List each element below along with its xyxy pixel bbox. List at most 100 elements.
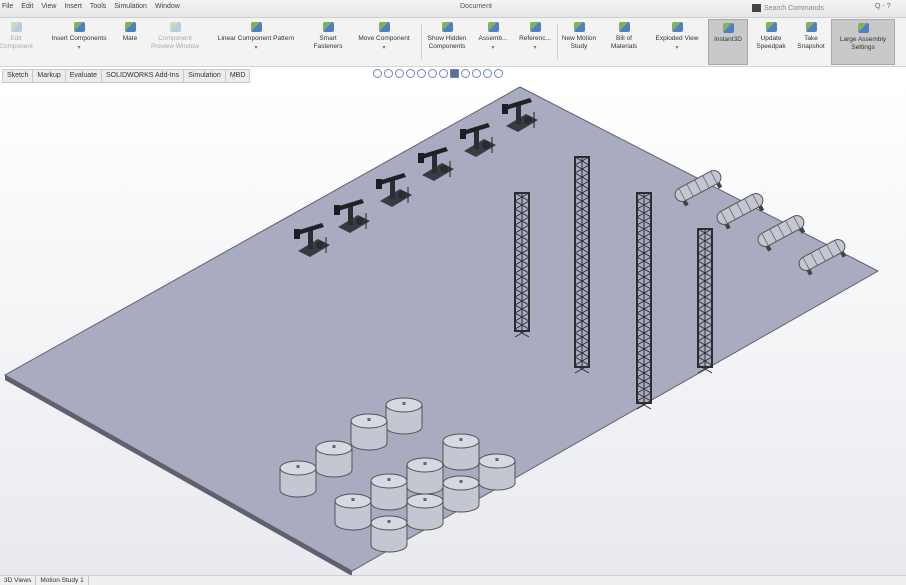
take-snapshot-label: Take Snapshot (797, 35, 825, 50)
instant3d-label: Instant3D (714, 36, 742, 43)
menu-tools[interactable]: Tools (90, 3, 106, 10)
pump-jack-samson-post (348, 205, 353, 225)
instant3d-button[interactable]: Instant3D (708, 19, 748, 65)
search-commands[interactable]: Search Commands (752, 2, 872, 14)
storage-tank[interactable] (442, 433, 480, 471)
snapshot-icon (805, 22, 817, 32)
menu-simulation[interactable]: Simulation (114, 3, 147, 10)
storage-tank[interactable] (478, 453, 516, 491)
tab-sketch[interactable]: Sketch (2, 69, 34, 83)
tab-markup[interactable]: Markup (32, 69, 66, 83)
pump-jack-crank (482, 141, 490, 149)
apply-scene-icon[interactable] (472, 69, 481, 78)
large-assembly-icon (857, 23, 869, 33)
chevron-down-icon[interactable]: ▾ (382, 44, 385, 52)
new-motion-study-button[interactable]: New Motion Study (558, 19, 600, 65)
menu-window[interactable]: Window (155, 3, 180, 10)
pump-jack-crank (316, 241, 324, 249)
tab-mbd[interactable]: MBD (224, 69, 251, 83)
large-assembly-label: Large Assembly Settings (839, 36, 887, 51)
edit-component-button[interactable]: Edit Component (0, 19, 33, 65)
smart-fasteners-button[interactable]: Smart Fasteners (308, 19, 348, 65)
graphics-area[interactable] (0, 83, 906, 576)
mate-button[interactable]: Mate (116, 19, 144, 65)
chevron-down-icon[interactable]: ▾ (254, 44, 257, 52)
hide-show-items-icon[interactable] (450, 69, 459, 78)
view-orientation-icon[interactable] (428, 69, 437, 78)
storage-tank[interactable] (370, 515, 408, 553)
move-component-icon (378, 22, 390, 32)
edit-component-icon (10, 22, 22, 32)
edit-appearance-icon[interactable] (461, 69, 470, 78)
component-preview-label: Component Preview Window (150, 35, 200, 50)
chevron-down-icon[interactable]: ▾ (533, 44, 536, 52)
storage-tank[interactable] (370, 473, 408, 511)
section-view-icon[interactable] (406, 69, 415, 78)
smart-fasteners-icon (322, 22, 334, 32)
storage-tank[interactable] (406, 457, 444, 495)
linear-component-pattern-button[interactable]: Linear Component Pattern ▾ (206, 19, 306, 65)
bill-of-materials-button[interactable]: Bill of Materials (602, 19, 646, 65)
display-style-icon[interactable] (439, 69, 448, 78)
reference-geometry-button[interactable]: Referenc... ▾ (514, 19, 556, 65)
large-assembly-settings-button[interactable]: Large Assembly Settings (831, 19, 895, 65)
exploded-view-label: Exploded View (655, 35, 699, 42)
menu-insert[interactable]: Insert (64, 3, 82, 10)
menu-list: File Edit View Insert Tools Simulation W… (2, 3, 180, 10)
pump-jack-horse-head (460, 129, 466, 139)
bill-of-materials-icon (618, 22, 630, 32)
update-speedpak-button[interactable]: Update Speedpak (751, 19, 791, 65)
document-title: Document (460, 3, 492, 10)
tab-solidworks-add-ins[interactable]: SOLIDWORKS Add-Ins (101, 69, 185, 83)
linear-pattern-icon (250, 22, 262, 32)
component-preview-window-button[interactable]: Component Preview Window (146, 19, 204, 65)
chevron-down-icon[interactable]: ▾ (77, 44, 80, 52)
speedpak-icon (765, 22, 777, 32)
chevron-down-icon[interactable]: ▾ (675, 44, 678, 52)
menu-edit[interactable]: Edit (21, 3, 33, 10)
assembly-features-button[interactable]: Assemb... ▾ (474, 19, 512, 65)
storage-tank[interactable] (315, 440, 353, 478)
insert-components-label: Insert Components (51, 35, 107, 42)
move-component-button[interactable]: Move Component ▾ (349, 19, 419, 65)
assembly-scene[interactable] (0, 83, 906, 576)
show-hidden-components-button[interactable]: Show Hidden Components (422, 19, 472, 65)
storage-tank[interactable] (442, 475, 480, 513)
tank-vent (402, 402, 406, 405)
tank-vent (495, 458, 499, 461)
tank-vent (423, 462, 427, 465)
zoom-to-area-icon[interactable] (384, 69, 393, 78)
tank-vent (296, 465, 300, 468)
previous-view-icon[interactable] (395, 69, 404, 78)
exploded-view-button[interactable]: Exploded View ▾ (648, 19, 706, 65)
pump-jack-samson-post (516, 104, 521, 124)
search-help-icons[interactable]: Q - ? (875, 3, 891, 10)
tank-vent (423, 498, 427, 501)
zoom-to-fit-icon[interactable] (373, 69, 382, 78)
pump-jack-samson-post (308, 229, 313, 249)
menu-view[interactable]: View (41, 3, 56, 10)
storage-tank[interactable] (406, 493, 444, 531)
tab-simulation[interactable]: Simulation (183, 69, 226, 83)
dynamic-annotation-icon[interactable] (417, 69, 426, 78)
mate-label: Mate (122, 35, 138, 42)
storage-tank[interactable] (350, 413, 388, 451)
pump-jack-horse-head (418, 153, 424, 163)
menu-file[interactable]: File (2, 3, 13, 10)
tab-evaluate[interactable]: Evaluate (64, 69, 102, 83)
pump-jack-samson-post (474, 129, 479, 149)
chevron-down-icon[interactable]: ▾ (491, 44, 494, 52)
storage-tank[interactable] (279, 460, 317, 498)
exploded-view-icon (671, 22, 683, 32)
view-settings-icon[interactable] (483, 69, 492, 78)
pump-jack-crank (440, 165, 448, 173)
bill-of-materials-label: Bill of Materials (610, 35, 638, 50)
take-snapshot-button[interactable]: Take Snapshot (794, 19, 828, 65)
search-input[interactable]: Search Commands (764, 5, 824, 12)
storage-tank[interactable] (385, 397, 423, 435)
insert-components-button[interactable]: Insert Components ▾ (44, 19, 114, 65)
instant3d-icon (722, 23, 734, 33)
display-pane-icon[interactable] (494, 69, 503, 78)
storage-tank[interactable] (334, 493, 372, 531)
tank-vent (387, 478, 391, 481)
